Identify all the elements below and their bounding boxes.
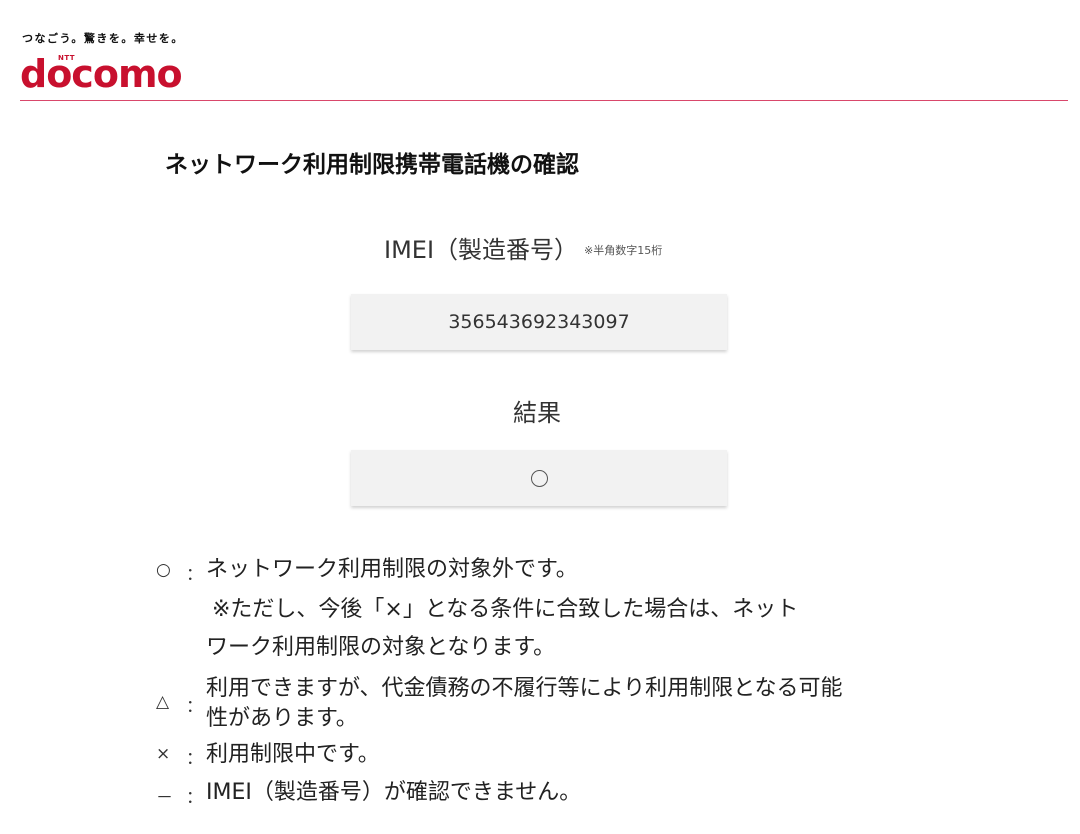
legend-separator: ： <box>186 697 203 717</box>
legend-text-circle-line1: ネットワーク利用制限の対象外です。 <box>206 557 578 582</box>
legend-text-dash-line1: IMEI（製造番号）が確認できません。 <box>206 780 582 805</box>
legend-symbol-circle: ○ <box>156 560 171 580</box>
result-label: 結果 <box>513 399 561 427</box>
legend-separator: ： <box>186 749 203 769</box>
legend-separator: ： <box>186 788 203 808</box>
result-circle-icon <box>530 469 548 487</box>
legend-text-circle-line2: ※ただし、今後「×」となる条件に合致した場合は、ネット <box>212 597 799 622</box>
imei-note: ※半角数字15桁 <box>584 244 663 257</box>
page-title: ネットワーク利用制限携帯電話機の確認 <box>165 152 579 178</box>
site-header: つなごう。驚きを。幸せを。 docomo NTT <box>0 0 1080 102</box>
legend-text-cross-line1: 利用制限中です。 <box>206 742 380 767</box>
imei-label-text: IMEI（製造番号） <box>384 236 579 264</box>
logo-wordmark: docomo <box>20 52 183 96</box>
legend-symbol-dash: － <box>156 788 173 808</box>
header-divider <box>20 100 1068 101</box>
brand-tagline: つなごう。驚きを。幸せを。 <box>22 32 184 45</box>
imei-value: 356543692343097 <box>448 311 630 333</box>
imei-label: IMEI（製造番号） ※半角数字15桁 <box>384 230 662 265</box>
legend-symbol-triangle: △ <box>156 692 170 712</box>
legend-symbol-cross: × <box>156 744 171 764</box>
legend-text-circle-line3: ワーク利用制限の対象となります。 <box>206 635 556 660</box>
legend-text-triangle-line2: 性があります。 <box>206 706 358 731</box>
imei-value-field[interactable]: 356543692343097 <box>351 294 727 350</box>
legend-separator: ： <box>186 565 203 585</box>
result-value-field <box>351 450 727 506</box>
logo-ntt: NTT <box>58 54 76 62</box>
